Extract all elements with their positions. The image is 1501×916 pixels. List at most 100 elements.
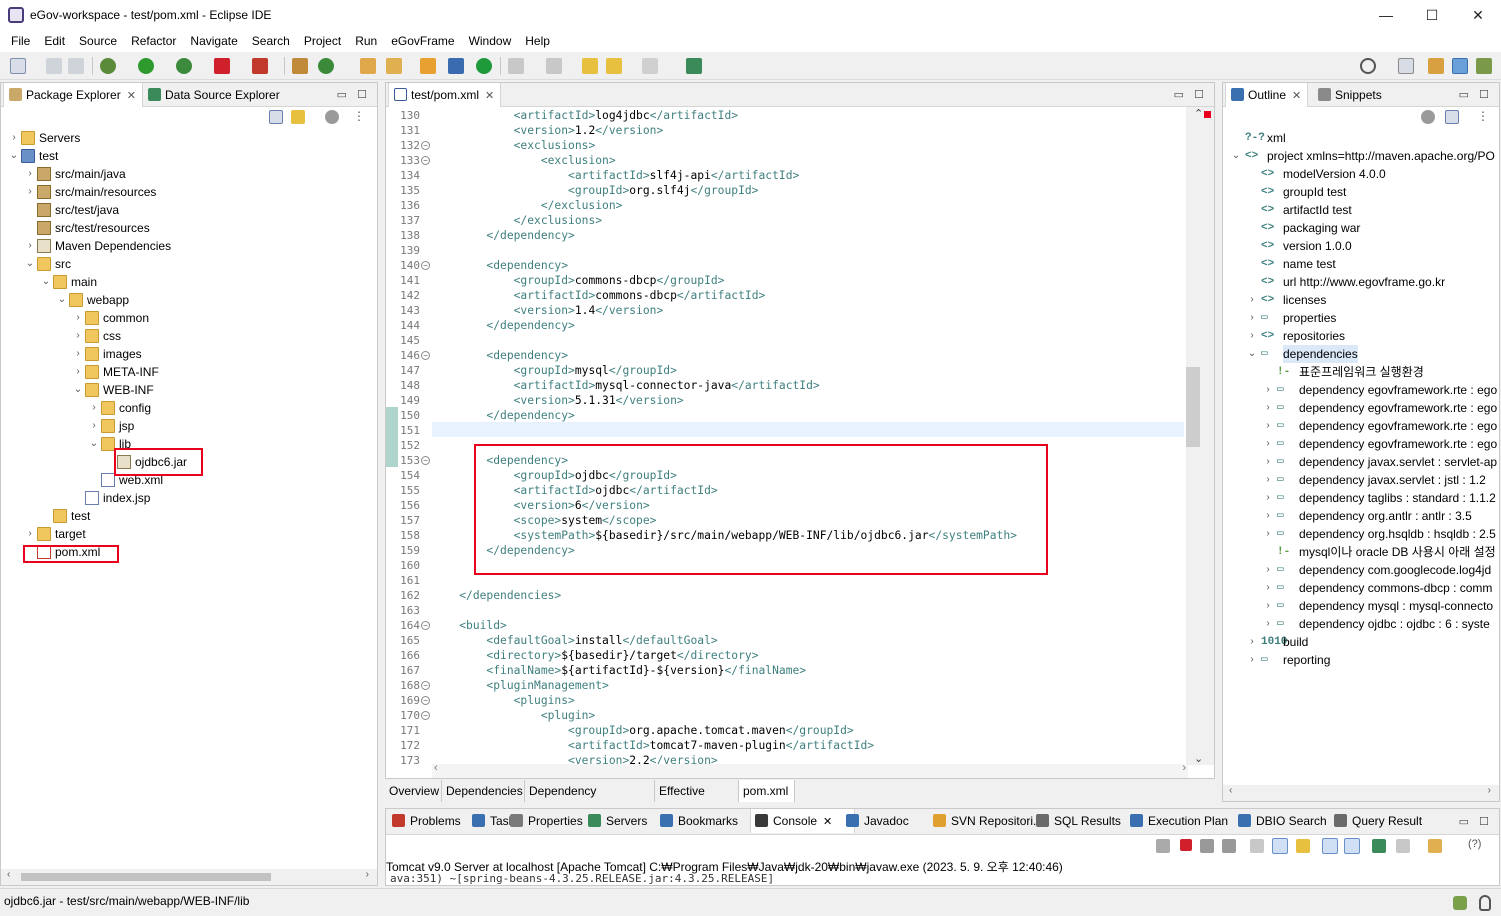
search-icon[interactable]: [1360, 58, 1376, 74]
save-all-icon[interactable]: [68, 58, 84, 74]
code-line[interactable]: </dependency>: [432, 228, 574, 243]
expand-arrow-icon[interactable]: ›: [25, 525, 35, 543]
last-edit-icon[interactable]: [582, 58, 598, 74]
expand-arrow-icon[interactable]: ›: [1263, 525, 1273, 543]
code-line[interactable]: <directory>${basedir}/target</directory>: [432, 648, 758, 663]
fold-toggle-icon[interactable]: −: [421, 711, 430, 720]
fold-toggle-icon[interactable]: −: [421, 681, 430, 690]
expand-arrow-icon[interactable]: ›: [73, 363, 83, 381]
outline-node[interactable]: ⌄ ▭ dependencies: [1223, 345, 1499, 363]
outline-node[interactable]: › ▭ dependency egovframework.rte : ego: [1223, 417, 1499, 435]
outline-node[interactable]: › ▭ reporting: [1223, 651, 1499, 669]
collapse-all-icon[interactable]: [269, 110, 283, 124]
package-explorer-hscroll[interactable]: ‹ ›: [1, 869, 377, 885]
expand-arrow-icon[interactable]: ›: [1263, 615, 1273, 633]
outline-node[interactable]: › ▭ dependency egovframework.rte : ego: [1223, 399, 1499, 417]
outline-node[interactable]: › <> repositories: [1223, 327, 1499, 345]
error-marker-icon[interactable]: [1204, 111, 1211, 118]
tab-snippets[interactable]: Snippets: [1313, 83, 1388, 107]
scroll-up-icon[interactable]: ⌃: [1194, 107, 1203, 120]
menu-window[interactable]: Window: [462, 34, 519, 48]
updates-icon[interactable]: [1453, 896, 1467, 910]
fold-toggle-icon[interactable]: −: [421, 351, 430, 360]
outline-node[interactable]: › ▭ dependency taglibs : standard : 1.1.2: [1223, 489, 1499, 507]
remove-all-icon[interactable]: [1200, 839, 1214, 853]
code-line[interactable]: <pluginManagement>: [432, 678, 608, 693]
expand-arrow-icon[interactable]: ›: [1263, 507, 1273, 525]
outline-node[interactable]: › ▭ properties: [1223, 309, 1499, 327]
scroll-right-icon[interactable]: ›: [366, 869, 369, 880]
expand-arrow-icon[interactable]: ›: [1263, 381, 1273, 399]
expand-arrow-icon[interactable]: ⌄: [1247, 345, 1257, 363]
outline-node[interactable]: › ▭ dependency com.googlecode.log4jd: [1223, 561, 1499, 579]
expand-arrow-icon[interactable]: ›: [1247, 327, 1257, 345]
expand-arrow-icon[interactable]: ›: [1247, 633, 1257, 651]
tab-pom-xml-source[interactable]: pom.xml: [739, 780, 795, 802]
expand-arrow-icon[interactable]: ›: [1263, 597, 1273, 615]
expand-arrow-icon[interactable]: ›: [25, 183, 35, 201]
tree-node[interactable]: index.jsp: [1, 489, 377, 507]
prev-annotation-icon[interactable]: [546, 58, 562, 74]
outline-node[interactable]: <> modelVersion 4.0.0: [1223, 165, 1499, 183]
tree-node[interactable]: ⌄ WEB-INF: [1, 381, 377, 399]
next-annotation-icon[interactable]: [508, 58, 524, 74]
scroll-thumb[interactable]: [1186, 367, 1200, 447]
code-area[interactable]: <artifactId>log4jdbc</artifactId> <versi…: [432, 107, 1184, 765]
tab-query-result[interactable]: Query Result: [1330, 809, 1422, 833]
outline-node[interactable]: › ▭ dependency ojdbc : ojdbc : 6 : syste: [1223, 615, 1499, 633]
close-icon[interactable]: ✕: [823, 816, 832, 828]
tree-node[interactable]: › common: [1, 309, 377, 327]
tree-node[interactable]: › jsp: [1, 417, 377, 435]
outline-node[interactable]: !- 표준프레임워크 실행환경: [1223, 363, 1499, 381]
expand-arrow-icon[interactable]: ›: [73, 309, 83, 327]
expand-arrow-icon[interactable]: ›: [1263, 579, 1273, 597]
tree-node[interactable]: › images: [1, 345, 377, 363]
outline-hscroll[interactable]: ‹ ›: [1223, 785, 1499, 801]
view-menu-icon[interactable]: ⋮: [353, 109, 365, 123]
tab-outline[interactable]: Outline ✕: [1225, 83, 1309, 107]
outline-node[interactable]: ?-? xml: [1223, 129, 1499, 147]
menu-project[interactable]: Project: [297, 34, 348, 48]
tree-node[interactable]: ⌄ main: [1, 273, 377, 291]
code-line[interactable]: <artifactId>commons-dbcp</artifactId>: [432, 288, 766, 303]
fold-toggle-icon[interactable]: −: [421, 156, 430, 165]
outline-node[interactable]: <> groupId test: [1223, 183, 1499, 201]
show-on-error-icon[interactable]: [1344, 838, 1360, 854]
maximize-view-icon[interactable]: ☐: [357, 88, 367, 101]
expand-arrow-icon[interactable]: ›: [25, 237, 35, 255]
scroll-lock-icon[interactable]: [1272, 838, 1288, 854]
remove-terminated-icon[interactable]: [1222, 839, 1236, 853]
tree-node[interactable]: › css: [1, 327, 377, 345]
outline-node[interactable]: › ▭ dependency org.hsqldb : hsqldb : 2.5: [1223, 525, 1499, 543]
minimize-view-icon[interactable]: ▭: [1459, 88, 1469, 101]
tree-node[interactable]: › Maven Dependencies: [1, 237, 377, 255]
expand-arrow-icon[interactable]: ›: [1263, 399, 1273, 417]
terminal-icon[interactable]: [448, 58, 464, 74]
code-line[interactable]: <groupId>org.slf4j</groupId>: [432, 183, 758, 198]
minimize-view-icon[interactable]: ▭: [1459, 815, 1469, 828]
menu-run[interactable]: Run: [348, 34, 384, 48]
scroll-left-icon[interactable]: ‹: [434, 762, 438, 774]
code-line[interactable]: <finalName>${artifactId}-${version}</fin…: [432, 663, 806, 678]
expand-arrow-icon[interactable]: ⌄: [89, 435, 99, 453]
new-class-icon[interactable]: [318, 58, 334, 74]
tab-pom-xml[interactable]: test/pom.xml ✕: [388, 83, 502, 107]
scroll-right-icon[interactable]: ›: [1182, 762, 1186, 774]
expand-arrow-icon[interactable]: ›: [9, 129, 19, 147]
expand-arrow-icon[interactable]: ›: [73, 327, 83, 345]
outline-node[interactable]: <> packaging war: [1223, 219, 1499, 237]
outline-node[interactable]: <> name test: [1223, 255, 1499, 273]
tree-node[interactable]: src/test/java: [1, 201, 377, 219]
code-line[interactable]: <groupId>org.apache.tomcat.maven</groupI…: [432, 723, 854, 738]
minimize-view-icon[interactable]: ▭: [1174, 88, 1184, 101]
expand-arrow-icon[interactable]: ›: [1263, 417, 1273, 435]
expand-arrow-icon[interactable]: ›: [1263, 453, 1273, 471]
save-icon[interactable]: [46, 58, 62, 74]
tab-overview[interactable]: Overview: [385, 780, 442, 802]
expand-arrow-icon[interactable]: ›: [1247, 309, 1257, 327]
pin-editor-icon[interactable]: [686, 58, 702, 74]
view-menu-icon[interactable]: ⋮: [1477, 109, 1489, 123]
code-line[interactable]: <exclusions>: [432, 138, 596, 153]
menu-search[interactable]: Search: [245, 34, 297, 48]
egov-icon[interactable]: [476, 58, 492, 74]
